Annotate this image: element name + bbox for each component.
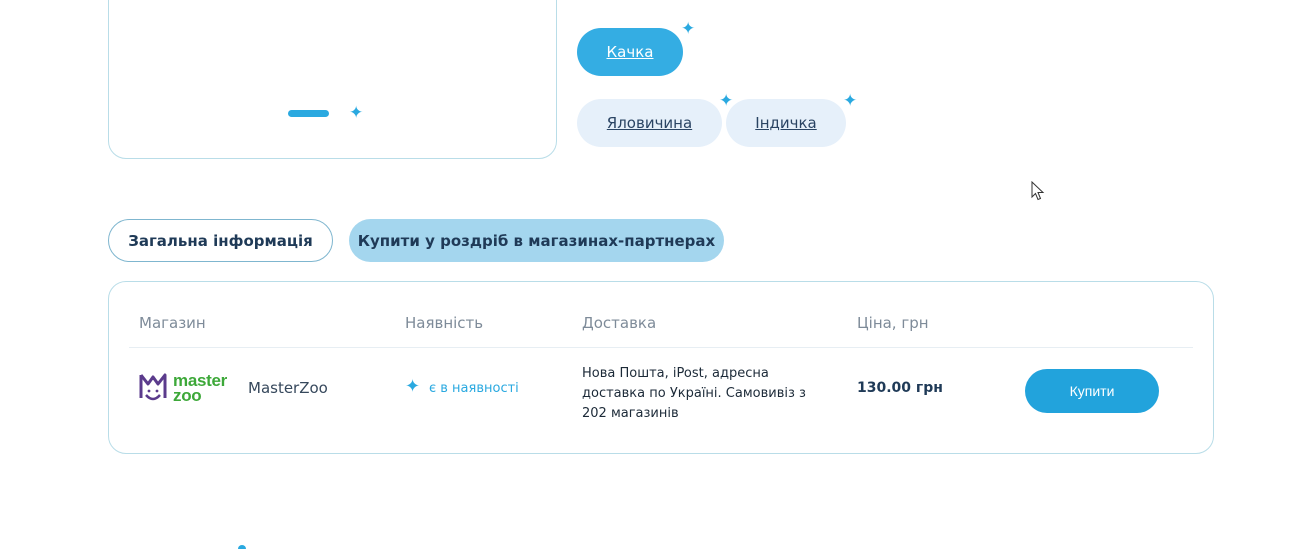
- sparkle-icon: ✦: [349, 103, 364, 123]
- tab-general-info[interactable]: Загальна інформація: [108, 219, 333, 262]
- slider-indicator[interactable]: [288, 110, 329, 117]
- flavor-chip-turkey[interactable]: Індичка: [726, 99, 846, 147]
- store-price: 130.00 грн: [857, 380, 943, 396]
- stores-table: Магазин Наявність Доставка Ціна, грн mas…: [108, 281, 1214, 454]
- delivery-info: Нова Пошта, iPost, адресна доставка по У…: [582, 366, 806, 421]
- buy-button[interactable]: Купити: [1025, 369, 1159, 413]
- mouse-cursor-icon: [1031, 181, 1045, 201]
- product-image-card: ✦: [108, 0, 557, 159]
- sparkle-icon: ✦: [681, 19, 696, 39]
- page: ✦ Качка ✦ Яловичина ✦ Індичка ✦ Загальна…: [0, 0, 1297, 549]
- store-logo[interactable]: master zoo: [139, 370, 239, 406]
- availability-status: є в наявності: [429, 381, 519, 396]
- logo-text-zoo: zoo: [173, 386, 202, 405]
- flavor-chip-label: Індичка: [755, 114, 817, 132]
- flavor-chip-label: Качка: [606, 43, 654, 61]
- tab-label: Купити у роздріб в магазинах-партнерах: [357, 231, 716, 250]
- decorative-dot: [238, 545, 246, 549]
- column-header-delivery: Доставка: [582, 314, 657, 332]
- flavor-chip-duck[interactable]: Качка: [577, 28, 683, 76]
- sparkle-icon: ✦: [843, 91, 858, 111]
- column-header-price: Ціна, грн: [857, 314, 929, 332]
- tab-buy-retail[interactable]: Купити у роздріб в магазинах-партнерах: [349, 219, 724, 262]
- flavor-chip-beef[interactable]: Яловичина: [577, 99, 722, 147]
- store-name: MasterZoo: [248, 379, 328, 397]
- header-divider: [129, 347, 1193, 348]
- flavor-chip-label: Яловичина: [606, 114, 693, 132]
- column-header-availability: Наявність: [405, 314, 484, 332]
- column-header-store: Магазин: [139, 314, 206, 332]
- masterzoo-cat-icon: [139, 373, 167, 401]
- availability-sparkle-icon: ✦: [405, 376, 421, 397]
- tab-label: Загальна інформація: [128, 231, 313, 250]
